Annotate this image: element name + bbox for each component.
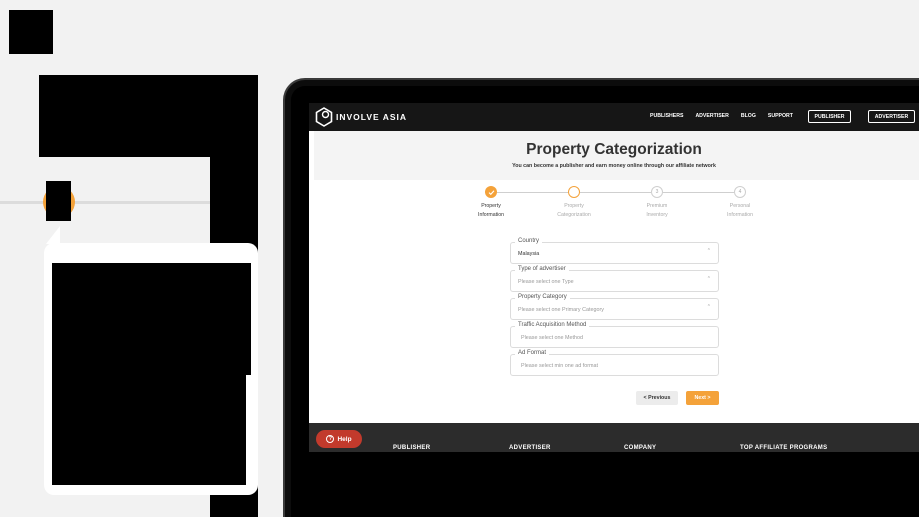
card-block-bottom: [52, 373, 246, 485]
previous-button[interactable]: < Previous: [636, 391, 678, 405]
advertiser-button[interactable]: ADVERTISER: [868, 110, 915, 123]
ad-format-label: Ad Format: [515, 350, 550, 356]
marker-block: [46, 181, 71, 221]
traffic-method-placeholder: Please select one Method: [521, 335, 584, 341]
page-title: Property Categorization: [526, 141, 702, 158]
step-3-label-line2: Inventory: [646, 211, 668, 218]
footer-heading-top-programs: TOP AFFILIATE PROGRAMS: [740, 445, 828, 451]
help-label: Help: [337, 435, 352, 443]
nav-link-publishers[interactable]: PUBLISHERS: [650, 113, 683, 119]
page-subtitle: You can become a publisher and earn mone…: [512, 163, 716, 169]
nav-link-advertiser[interactable]: ADVERTISER: [695, 113, 728, 119]
brand-name: INVOLVE ASIA: [336, 112, 408, 122]
step-1-indicator[interactable]: [485, 186, 497, 198]
step-1-label-line2: Information: [478, 211, 504, 218]
next-button[interactable]: Next >: [686, 391, 719, 405]
step-1-label-line1: Property: [481, 203, 501, 209]
step-2-label-line1: Property: [564, 203, 584, 209]
stepper-line: [580, 192, 651, 193]
nav-link-blog[interactable]: BLOG: [741, 113, 756, 119]
chevron-down-icon: ⌃: [706, 248, 711, 254]
progress-line: [0, 201, 210, 204]
top-left-block: [9, 10, 53, 54]
laptop-screen: INVOLVE ASIA PUBLISHERS ADVERTISER BLOG …: [309, 103, 919, 452]
step-2-indicator[interactable]: [568, 186, 580, 198]
advertiser-type-select[interactable]: Please select one Type ⌃: [510, 270, 719, 292]
stepper-line: [497, 192, 569, 193]
step-1-label: Property Information: [461, 202, 521, 219]
step-2-label-line2: Categorization: [557, 211, 591, 218]
step-4-label-line1: Personal: [729, 203, 751, 209]
chevron-down-icon: ⌃: [706, 304, 711, 310]
property-category-label: Property Category: [515, 294, 570, 300]
chevron-down-icon: ⌃: [706, 276, 711, 282]
hexagon-logo-icon: [315, 107, 333, 127]
country-label: Country: [515, 238, 543, 244]
traffic-method-select[interactable]: Please select one Method: [510, 326, 719, 348]
country-select[interactable]: Malaysia ⌃: [510, 242, 719, 264]
top-nav: INVOLVE ASIA PUBLISHERS ADVERTISER BLOG …: [309, 103, 919, 131]
step-4-indicator[interactable]: 4: [734, 186, 746, 198]
advertiser-type-label: Type of advertiser: [515, 266, 569, 272]
question-icon: ?: [326, 435, 335, 443]
country-value: Malaysia: [518, 251, 540, 257]
step-4-label: Personal Information: [710, 202, 770, 219]
help-button[interactable]: ? Help: [316, 430, 362, 448]
footer-heading-advertiser: ADVERTISER: [509, 445, 551, 451]
upper-block: [39, 75, 258, 157]
nav-links: PUBLISHERS ADVERTISER BLOG SUPPORT: [650, 113, 793, 119]
step-3-label-line1: Premium: [646, 203, 668, 209]
property-category-select[interactable]: Please select one Primary Category ⌃: [510, 298, 719, 320]
check-icon: [488, 189, 494, 195]
step-4-label-line2: Information: [727, 211, 753, 218]
footer-heading-publisher: PUBLISHER: [393, 445, 431, 451]
card-notch: [46, 226, 60, 244]
traffic-method-label: Traffic Acquisition Method: [515, 322, 590, 328]
step-3-indicator[interactable]: 3: [651, 186, 663, 198]
footer-heading-company: COMPANY: [624, 445, 657, 451]
publisher-button[interactable]: PUBLISHER: [808, 110, 851, 123]
step-2-label: Property Categorization: [544, 202, 604, 219]
ad-format-placeholder: Please select min one ad format: [521, 363, 599, 369]
ad-format-select[interactable]: Please select min one ad format: [510, 354, 719, 376]
stepper-line: [663, 192, 734, 193]
advertiser-type-placeholder: Please select one Type: [518, 279, 574, 285]
property-category-placeholder: Please select one Primary Category: [518, 307, 604, 313]
nav-link-support[interactable]: SUPPORT: [768, 113, 793, 119]
stage: INVOLVE ASIA PUBLISHERS ADVERTISER BLOG …: [0, 0, 919, 517]
footer: ? Help PUBLISHER ADVERTISER COMPANY TOP …: [309, 423, 919, 452]
card-block-top: [52, 263, 251, 375]
brand-logo[interactable]: INVOLVE ASIA: [315, 107, 407, 127]
step-3-label: Premium Inventory: [627, 202, 687, 219]
